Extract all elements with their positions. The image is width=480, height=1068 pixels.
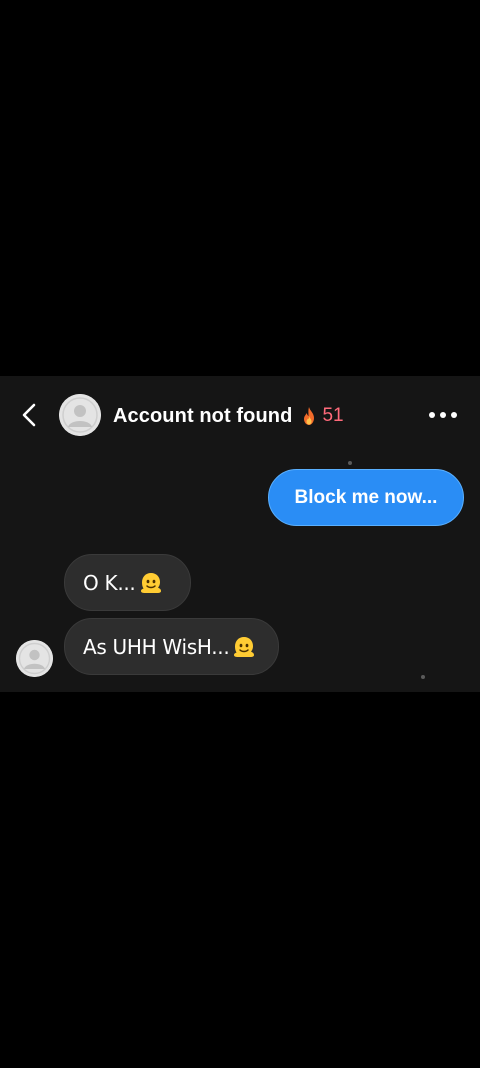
contact-avatar[interactable] [59, 394, 101, 436]
chat-panel: Account not found 51 Block me now... O K… [0, 376, 480, 692]
background-dot [348, 461, 352, 465]
fire-icon [304, 407, 315, 425]
message-text: As UHH WisH... [83, 634, 230, 659]
received-message-bubble[interactable]: O K... [64, 554, 191, 611]
default-avatar-icon [16, 640, 53, 677]
chat-header: Account not found 51 [0, 376, 480, 456]
message-text: Block me now... [294, 486, 438, 508]
sent-message-bubble[interactable]: Block me now... [268, 469, 464, 526]
sender-avatar[interactable] [16, 640, 53, 677]
header-title-group[interactable]: Account not found 51 [113, 402, 344, 430]
chevron-left-icon [22, 403, 36, 427]
melting-face-emoji-icon [140, 572, 161, 593]
default-avatar-icon [59, 394, 101, 436]
more-horizontal-icon [429, 412, 457, 418]
screen: Account not found 51 Block me now... O K… [0, 0, 480, 1068]
received-message-bubble[interactable]: As UHH WisH... [64, 618, 279, 675]
message-text: O K... [83, 570, 136, 595]
more-options-button[interactable] [426, 402, 460, 428]
melting-face-emoji-icon [234, 636, 255, 657]
background-dot [421, 675, 425, 679]
contact-name: Account not found [113, 404, 293, 427]
back-button[interactable] [14, 400, 44, 430]
streak-count: 51 [322, 405, 344, 426]
